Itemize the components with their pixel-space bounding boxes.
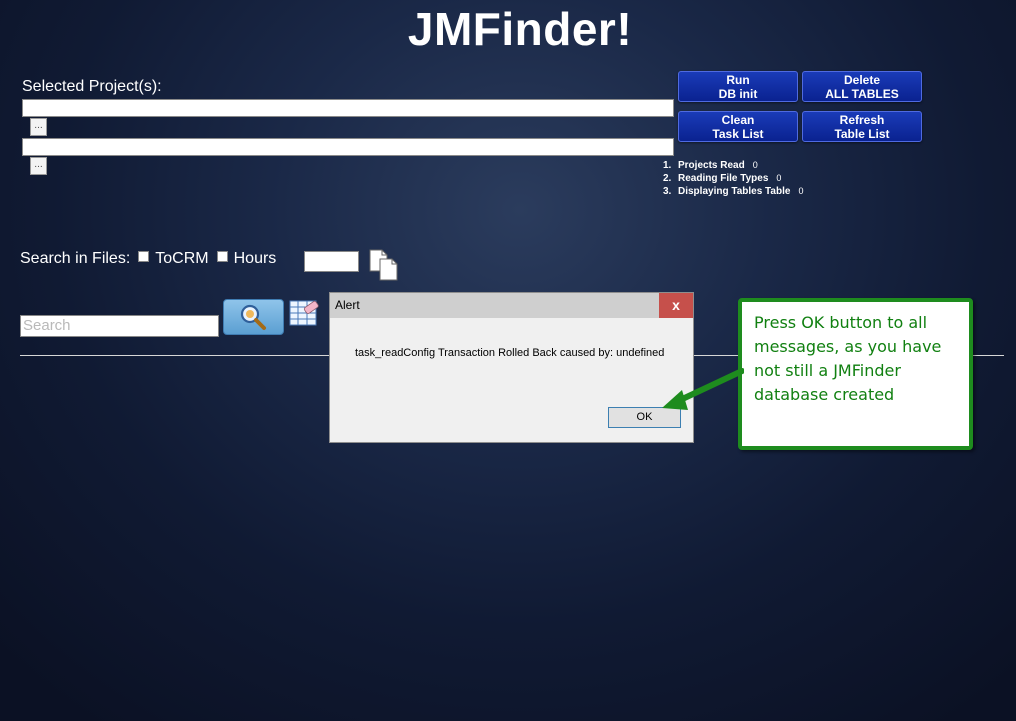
arrow-pointer-icon xyxy=(662,368,744,410)
search-in-files-checkbox[interactable] xyxy=(138,250,150,262)
selected-projects-label: Selected Project(s): xyxy=(22,78,162,95)
progress-steps-list: 1. Projects Read 0 2. Reading File Types 0 3… xyxy=(663,159,803,198)
alert-close-button[interactable]: x xyxy=(659,293,693,318)
step-number: 2. xyxy=(663,173,672,184)
delete-all-tables-line2: ALL TABLES xyxy=(825,87,899,101)
documents-icon[interactable] xyxy=(369,249,401,281)
search-button[interactable] xyxy=(223,299,284,335)
project-field-2[interactable] xyxy=(22,138,674,156)
step-item: 2. Reading File Types 0 xyxy=(663,172,803,185)
refresh-table-list-line1: Refresh xyxy=(839,113,885,127)
page-title: JMFinder! xyxy=(407,3,633,55)
step-label: Projects Read xyxy=(678,160,745,171)
step-label: Reading File Types xyxy=(678,173,769,184)
refresh-table-list-button[interactable]: Refresh Table List xyxy=(802,111,922,142)
hours-input[interactable] xyxy=(304,251,359,272)
instruction-callout: Press OK button to all messages, as you … xyxy=(738,298,973,450)
file-search-filters: Search in Files: ToCRM Hours xyxy=(20,250,276,268)
step-item: 1. Projects Read 0 xyxy=(663,159,803,172)
alert-message: task_readConfig Transaction Rolled Back … xyxy=(355,347,665,359)
clean-task-list-button[interactable]: Clean Task List xyxy=(678,111,798,142)
browse-project-button-1[interactable]: ... xyxy=(30,118,47,136)
step-number: 3. xyxy=(663,186,672,197)
step-item: 3. Displaying Tables Table 0 xyxy=(663,185,803,198)
step-count: 0 xyxy=(776,173,782,183)
table-eraser-icon[interactable] xyxy=(289,299,319,327)
run-db-init-line1: Run xyxy=(726,73,750,87)
search-in-files-label: Search in Files: xyxy=(20,250,131,267)
delete-all-tables-line1: Delete xyxy=(843,73,881,87)
step-number: 1. xyxy=(663,160,672,171)
delete-all-tables-button[interactable]: Delete ALL TABLES xyxy=(802,71,922,102)
alert-title-bar: Alert x xyxy=(330,293,693,318)
refresh-table-list-line2: Table List xyxy=(834,127,890,141)
search-input[interactable]: Search xyxy=(20,315,219,337)
alert-dialog: Alert x task_readConfig Transaction Roll… xyxy=(329,292,694,443)
project-field-1[interactable] xyxy=(22,99,674,117)
run-db-init-button[interactable]: Run DB init xyxy=(678,71,798,102)
tocrm-checkbox[interactable] xyxy=(216,250,228,262)
step-count: 0 xyxy=(798,186,804,196)
clean-task-list-line1: Clean xyxy=(721,113,755,127)
alert-title: Alert xyxy=(335,298,360,312)
callout-text: Press OK button to all messages, as you … xyxy=(754,313,942,404)
hours-label: Hours xyxy=(233,250,277,267)
step-label: Displaying Tables Table xyxy=(678,186,791,197)
run-db-init-line2: DB init xyxy=(718,87,758,101)
tocrm-label: ToCRM xyxy=(155,250,209,267)
browse-project-button-2[interactable]: ... xyxy=(30,157,47,175)
clean-task-list-line2: Task List xyxy=(712,127,764,141)
magnifier-icon xyxy=(240,304,266,330)
step-count: 0 xyxy=(752,160,758,170)
